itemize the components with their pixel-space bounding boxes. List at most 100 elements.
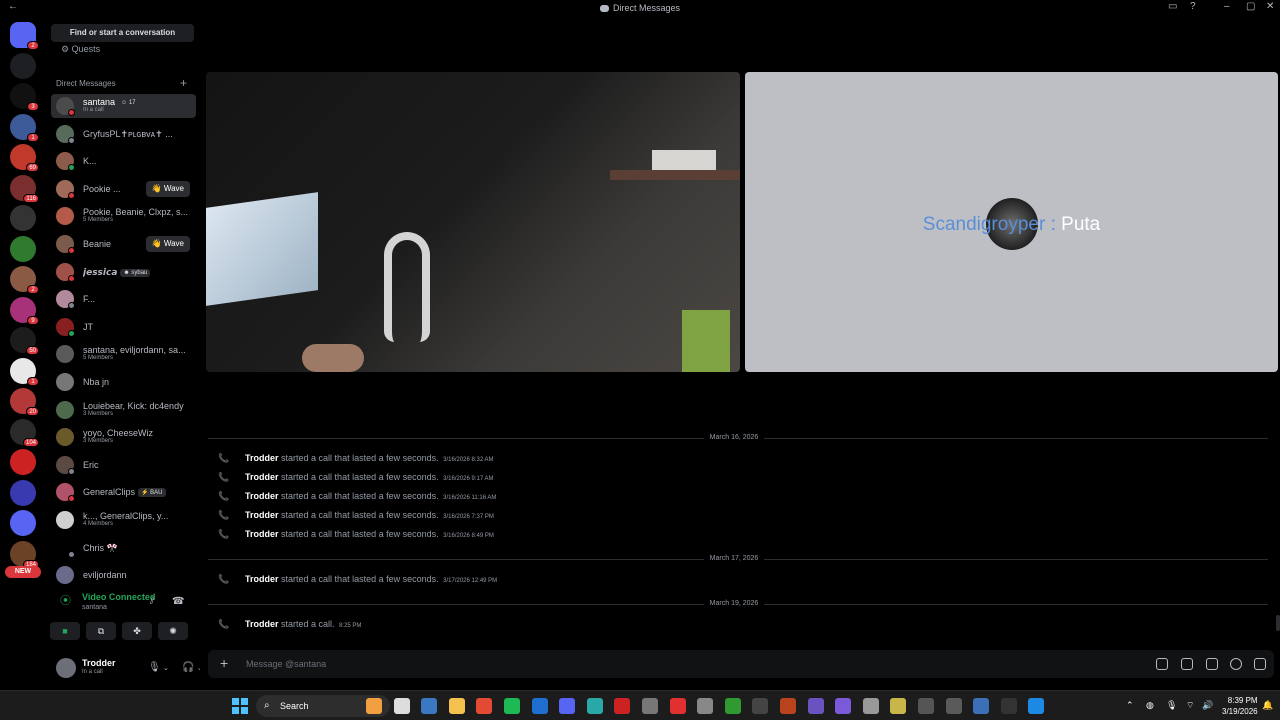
scrollbar[interactable] bbox=[1276, 615, 1280, 631]
tray-chevron-icon[interactable]: ⌃ bbox=[1126, 700, 1134, 711]
taskbar-app-icon[interactable] bbox=[448, 698, 465, 714]
tray-app-icon[interactable]: ◍ bbox=[1146, 700, 1154, 711]
dm-item[interactable]: GeneralClips ⚡ BAU bbox=[51, 480, 196, 504]
server-icon[interactable]: 1 bbox=[10, 357, 39, 386]
taskbar-app-icon[interactable] bbox=[393, 698, 410, 714]
attach-plus-icon[interactable]: + bbox=[220, 655, 228, 671]
voice-status[interactable]: Video Connected bbox=[82, 592, 155, 602]
create-dm-plus-icon[interactable]: + bbox=[180, 76, 187, 90]
taskbar-app-icon[interactable] bbox=[366, 698, 382, 714]
dm-item[interactable]: F... bbox=[51, 287, 196, 311]
dm-item[interactable]: Eric bbox=[51, 453, 196, 477]
signal-icon[interactable]: ⦿ bbox=[60, 592, 71, 608]
taskbar-app-icon[interactable] bbox=[586, 698, 603, 714]
dm-item[interactable]: eviljordann bbox=[51, 563, 196, 587]
mic-chevron-icon[interactable]: ⌄ bbox=[163, 664, 169, 672]
taskbar-app-icon[interactable] bbox=[973, 698, 990, 714]
server-icon[interactable]: 184 bbox=[10, 540, 39, 569]
dm-item[interactable]: JT bbox=[51, 315, 196, 339]
taskbar-app-icon[interactable] bbox=[1028, 698, 1045, 714]
dm-item[interactable]: Beanie 👋 Wave bbox=[51, 232, 196, 256]
server-icon[interactable] bbox=[10, 205, 36, 231]
message-composer[interactable]: + Message @santana bbox=[208, 650, 1274, 678]
server-icon[interactable] bbox=[10, 510, 36, 536]
taskbar-app-icon[interactable] bbox=[476, 698, 493, 714]
user-avatar[interactable] bbox=[56, 658, 76, 678]
caller-name[interactable]: Trodder bbox=[245, 472, 279, 482]
voice-channel[interactable]: santana bbox=[82, 604, 107, 611]
help-icon[interactable]: ? bbox=[1190, 1, 1196, 12]
caller-name[interactable]: Trodder bbox=[245, 529, 279, 539]
taskbar-app-icon[interactable] bbox=[1000, 698, 1017, 714]
server-icon[interactable]: 69 bbox=[10, 144, 39, 172]
apps-icon[interactable] bbox=[1254, 658, 1266, 670]
taskbar-app-icon[interactable] bbox=[614, 698, 631, 714]
taskbar-app-icon[interactable] bbox=[531, 698, 548, 714]
server-icon[interactable] bbox=[10, 479, 36, 506]
taskbar-app-icon[interactable] bbox=[780, 698, 796, 714]
avatar-tile-trodder[interactable]: Scandigroyper : Puta bbox=[745, 72, 1278, 372]
wave-button[interactable]: 👋 Wave bbox=[145, 180, 190, 197]
caller-name[interactable]: Trodder bbox=[245, 619, 279, 629]
video-tile-santana[interactable] bbox=[206, 72, 740, 372]
server-icon[interactable] bbox=[10, 235, 36, 262]
server-icon[interactable]: 2 bbox=[10, 266, 39, 294]
server-icon[interactable]: 3 bbox=[10, 83, 39, 111]
user-panel[interactable]: Trodder In a call 🎙 ⌄ 🎧 ⌄ ⚙ bbox=[50, 654, 227, 680]
taskbar-app-icon[interactable] bbox=[918, 698, 934, 714]
wave-button[interactable]: 👋 Wave bbox=[145, 236, 190, 252]
maximize-icon[interactable]: ▢ bbox=[1246, 1, 1255, 12]
taskbar-app-icon[interactable] bbox=[697, 698, 714, 714]
message-input[interactable]: Message @santana bbox=[246, 659, 326, 669]
server-icon[interactable] bbox=[10, 52, 36, 79]
microphone-icon[interactable]: 🎙 bbox=[148, 662, 161, 673]
noise-suppression-icon[interactable]: ⫽ bbox=[150, 596, 154, 607]
taskbar-app-icon[interactable] bbox=[835, 698, 852, 714]
inbox-icon[interactable]: ▭ bbox=[1168, 1, 1177, 12]
taskbar-app-icon[interactable] bbox=[945, 698, 962, 714]
wifi-icon[interactable]: ⌔ bbox=[1186, 700, 1194, 711]
server-icon[interactable]: 104 bbox=[10, 418, 39, 447]
activities-button[interactable]: ✤ bbox=[122, 622, 152, 640]
dm-item[interactable]: Louiebear, Kick: dc4endy 3 Members bbox=[51, 398, 196, 422]
dm-item[interactable]: Chris 🎌 bbox=[51, 536, 196, 560]
notification-bell-icon[interactable]: 🔔 bbox=[1262, 700, 1273, 711]
dm-item[interactable]: Pookie, Beanie, Clxpz, s... 5 Members bbox=[51, 204, 196, 228]
gift-icon[interactable] bbox=[1156, 658, 1168, 670]
gif-icon[interactable] bbox=[1181, 658, 1193, 670]
caller-name[interactable]: Trodder bbox=[245, 453, 279, 463]
taskbar-app-icon[interactable] bbox=[807, 698, 824, 714]
server-icon[interactable]: 9 bbox=[10, 296, 39, 325]
server-icon[interactable]: 50 bbox=[10, 327, 39, 355]
server-icon[interactable] bbox=[10, 449, 36, 475]
caller-name[interactable]: Trodder bbox=[245, 491, 279, 501]
taskbar-app-icon[interactable] bbox=[724, 698, 741, 714]
server-icon[interactable]: 116 bbox=[10, 174, 39, 203]
system-clock[interactable]: 8:39 PM 3/19/2026 bbox=[1222, 695, 1258, 717]
taskbar-app-icon[interactable] bbox=[669, 698, 686, 714]
sticker-icon[interactable] bbox=[1206, 658, 1218, 670]
dm-item[interactable]: santana ☺ 17 In a call bbox=[51, 94, 196, 118]
dm-item[interactable]: 𝙟𝙚𝙨𝙨𝙞𝙘𝙖 ☻ sybau bbox=[51, 260, 196, 284]
tray-mic-icon[interactable]: 🎙 bbox=[1166, 700, 1177, 711]
taskbar-app-icon[interactable] bbox=[752, 698, 769, 714]
soundboard-button[interactable]: ✺ bbox=[158, 622, 188, 640]
headphones-icon[interactable]: 🎧 bbox=[182, 662, 194, 673]
camera-button[interactable]: ■ bbox=[50, 622, 80, 640]
disconnect-icon[interactable]: ☎ bbox=[172, 596, 184, 607]
dm-item[interactable]: santana, eviljordann, sa... 5 Members bbox=[51, 342, 196, 366]
find-conversation-button[interactable]: Find or start a conversation bbox=[51, 24, 194, 42]
taskbar-app-icon[interactable] bbox=[642, 698, 658, 714]
dm-item[interactable]: GryfusPL✝ᴘʟɢʙᴠᴀ✝ ... bbox=[51, 122, 196, 146]
dm-item[interactable]: Nba jn bbox=[51, 370, 196, 394]
volume-icon[interactable]: 🔊 bbox=[1202, 700, 1213, 711]
caller-name[interactable]: Trodder bbox=[245, 574, 279, 584]
taskbar-app-icon[interactable] bbox=[421, 698, 438, 714]
caller-name[interactable]: Trodder bbox=[245, 510, 279, 520]
dm-item[interactable]: K... bbox=[51, 149, 196, 173]
new-badge[interactable]: NEW bbox=[5, 566, 41, 578]
emoji-icon[interactable] bbox=[1230, 658, 1242, 670]
taskbar-app-icon[interactable] bbox=[890, 698, 907, 714]
taskbar-app-icon[interactable] bbox=[559, 698, 576, 714]
dm-item[interactable]: Pookie ... 👋 Wave bbox=[51, 177, 196, 201]
